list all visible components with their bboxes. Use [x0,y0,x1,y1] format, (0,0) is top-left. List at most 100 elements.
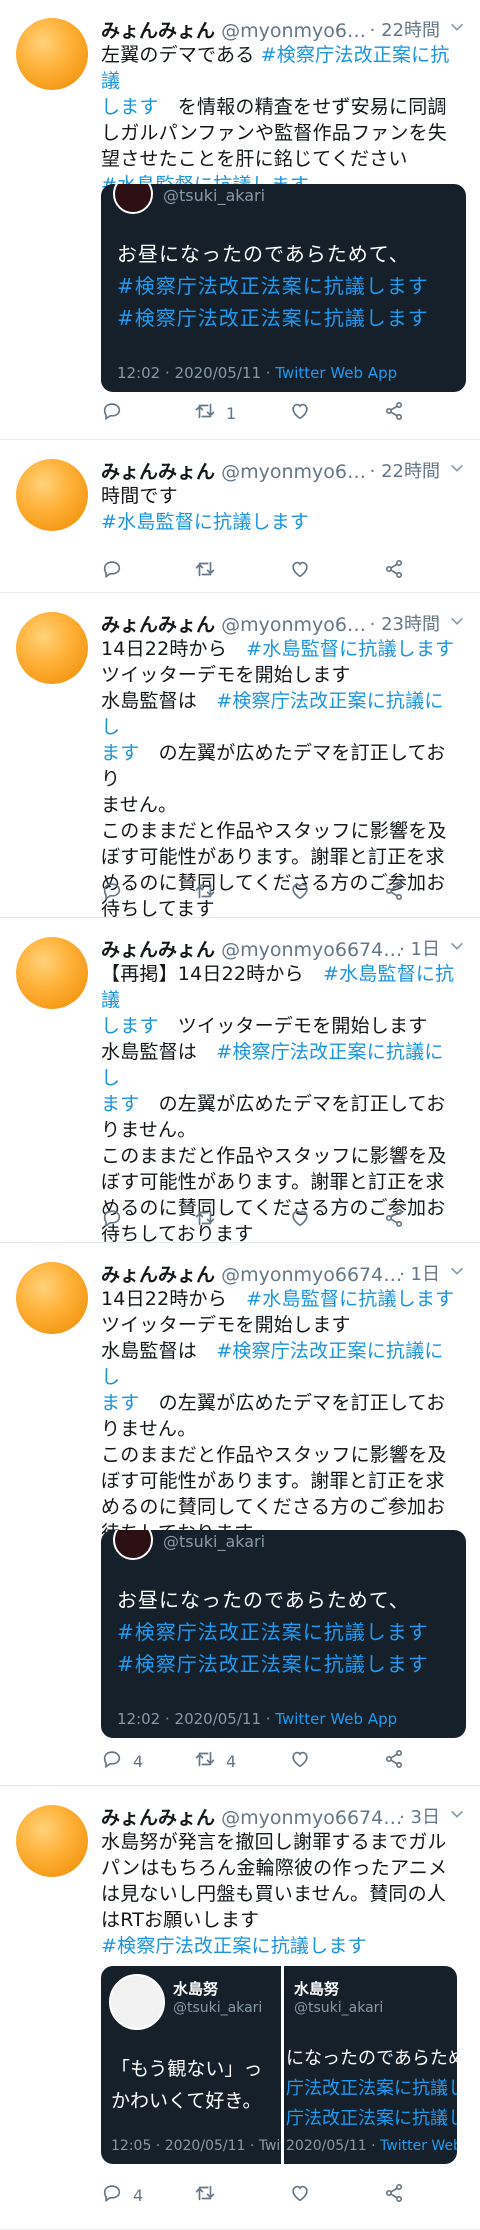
tweet-actions [101,1205,466,1235]
text-line: 14日22時から #水島監督に抗議します [101,1286,458,1312]
text-line: 14日22時から #水島監督に抗議します [101,636,458,662]
username[interactable]: @myonmyo6674… [221,1264,402,1286]
text-line: 望させたことを肝に銘じてください [101,146,458,172]
tweet-actions: 1 [101,398,466,428]
hashtag-link[interactable]: します [101,1015,159,1037]
hashtag-link[interactable]: ます [101,1392,139,1414]
chevron-down-icon[interactable] [448,1262,466,1280]
tweet[interactable]: みょんみょん @myonmyo6… · 23時間 14日22時から #水島監督に抗議… [0,594,480,920]
chevron-down-icon[interactable] [448,1805,466,1823]
like-button[interactable] [289,556,321,586]
reply-button[interactable] [101,556,133,586]
text-line: します を情報の精査をせず安易に同調 [101,94,458,120]
timestamp[interactable]: · 23時間 [370,610,440,636]
username[interactable]: @myonmyo6… [221,20,366,42]
hashtag-link[interactable]: #水島監督に抗議します [101,511,309,533]
retweet-button[interactable] [194,1205,226,1235]
quoted-tweet-card[interactable]: 水島努 @tsuki_akari 「もう観ない」っ かわいくて好き。 12:05 · 2… [101,1966,286,2164]
username[interactable]: @myonmyo6674… [221,1807,402,1829]
hashtag-link[interactable]: #検察庁法改正法案に抗議します [117,274,429,298]
hashtag-link[interactable]: ます [101,742,139,764]
text-line: 水島努が発言を撤回し謝罪するまでガル [101,1829,458,1855]
avatar[interactable] [16,937,88,1009]
avatar[interactable] [16,1262,88,1334]
hashtag-link[interactable]: 庁法改正法案に抗議し [286,2078,457,2099]
chevron-down-icon[interactable] [448,937,466,955]
hashtag-link[interactable]: #検察庁法改正法案に抗議します [117,1652,429,1676]
retweet-button[interactable] [194,878,226,908]
tweet-text-run: このままだと作品やスタッフに影響を及 [101,1444,447,1466]
quoted-tweet-card[interactable]: @tsuki_akari お昼になったのであらためて、 #検察庁法改正法案に抗議しま… [101,1530,466,1738]
hashtag-link[interactable]: #検察庁法改正法案に抗議します [117,1620,429,1644]
chevron-down-icon[interactable] [448,18,466,36]
share-button[interactable] [383,1205,405,1235]
hashtag-link[interactable]: #水島監督に抗議します [246,638,454,660]
timestamp[interactable]: · 3日 [399,1803,440,1829]
text-line: ツイッターデモを開始します [101,662,458,688]
media-carousel[interactable]: 水島努 @tsuki_akari 「もう観ない」っ かわいくて好き。 12:05 · 2… [101,1966,457,2164]
tweet[interactable]: みょんみょん @myonmyo6674… · 1日 【再掲】14日22時から #水島… [0,919,480,1245]
username[interactable]: @myonmyo6674… [221,939,402,961]
tweet[interactable]: みょんみょん @myonmyo6… · 22時間 左翼のデマである #検察庁法改正案… [0,0,480,440]
reply-button[interactable] [101,398,133,428]
display-name[interactable]: みょんみょん [101,939,215,961]
tweet[interactable]: みょんみょん @myonmyo6… · 22時間 時間です #水島監督に抗議します [0,441,480,593]
hashtag-link[interactable]: 庁法改正法案に抗議し [286,2108,457,2129]
share-button[interactable] [383,878,405,908]
quoted-text-line: 庁法改正法案に抗議し [286,2104,457,2130]
timestamp[interactable]: · 22時間 [370,457,440,483]
timestamp[interactable]: · 1日 [399,935,440,961]
quoted-tweet-card[interactable]: 水島努 @tsuki_akari になったのであらため 庁法改正法案に抗議し 庁法改正法… [284,1966,457,2164]
avatar[interactable] [16,18,88,90]
username[interactable]: @myonmyo6… [221,614,366,636]
reply-button[interactable]: 4 [101,1746,143,1776]
reply-button[interactable] [101,878,133,908]
share-button[interactable] [383,2180,405,2210]
retweet-button[interactable]: 1 [194,398,236,428]
like-button[interactable] [289,398,321,428]
display-name[interactable]: みょんみょん [101,1807,215,1829]
share-button[interactable] [383,556,405,586]
like-button[interactable] [289,878,321,908]
quoted-tweet-card[interactable]: @tsuki_akari お昼になったのであらためて、 #検察庁法改正法案に抗議しま… [101,184,466,392]
quoted-source: Twitter Web App [275,1710,398,1728]
tweet-text-run: の左翼が広めたデマを訂正してお [139,1392,446,1414]
display-name[interactable]: みょんみょん [101,614,215,636]
hashtag-link[interactable]: #検察庁法改正案に抗議します [101,1935,367,1957]
avatar[interactable] [16,459,88,531]
retweet-button[interactable] [194,2180,226,2210]
like-button[interactable] [289,2180,321,2210]
tweet-text-run: しガルパンファンや監督作品ファンを失 [101,122,447,144]
username[interactable]: @myonmyo6… [221,461,366,483]
display-name[interactable]: みょんみょん [101,1264,215,1286]
chevron-down-icon[interactable] [448,459,466,477]
retweet-button[interactable] [194,556,226,586]
tweet[interactable]: みょんみょん @myonmyo6674… · 1日 14日22時から #水島監督に抗… [0,1244,480,1786]
reply-button[interactable] [101,1205,133,1235]
chevron-down-icon[interactable] [448,612,466,630]
hashtag-link[interactable]: #検察庁法改正法案に抗議します [117,306,429,330]
avatar[interactable] [16,612,88,684]
hashtag-link[interactable]: ます [101,1093,139,1115]
retweet-count: 4 [226,1751,237,1771]
quoted-text-line: お昼になったのであらためて、 [117,238,454,270]
share-button[interactable] [383,398,405,428]
hashtag-link[interactable]: します [101,96,159,118]
quoted-username: @tsuki_akari [173,2000,263,2016]
like-button[interactable] [289,1746,321,1776]
timestamp[interactable]: · 1日 [399,1260,440,1286]
hashtag-link[interactable]: #水島監督に抗議します [246,1288,454,1310]
timestamp[interactable]: · 22時間 [370,16,440,42]
text-line: 水島監督は #検察庁法改正案に抗議にし [101,1338,458,1390]
share-button[interactable] [383,1746,405,1776]
display-name[interactable]: みょんみょん [101,461,215,483]
tweet[interactable]: みょんみょん @myonmyo6674… · 3日 水島努が発言を撤回し謝罪するまで… [0,1787,480,2230]
tweet-body: みょんみょん @myonmyo6674… · 1日 【再掲】14日22時から #水島… [101,919,466,1245]
display-name[interactable]: みょんみょん [101,20,215,42]
avatar[interactable] [16,1805,88,1877]
tweet-header: みょんみょん @myonmyo6674… · 3日 [101,1803,466,1829]
reply-button[interactable]: 4 [101,2180,143,2210]
like-button[interactable] [289,1205,321,1235]
text-line: りません。 [101,1117,458,1143]
retweet-button[interactable]: 4 [194,1746,236,1776]
